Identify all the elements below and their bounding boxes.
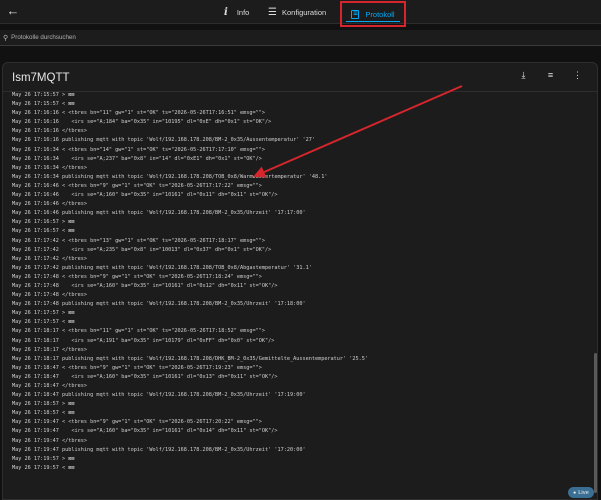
log-scrollbar[interactable] bbox=[594, 353, 597, 493]
log-line: May 26 17:16:57 > ⊠⊠ bbox=[12, 219, 75, 226]
tab-protokoll[interactable]: ≡ Protokoll bbox=[340, 1, 406, 27]
log-line: May 26 17:16:46 publishing mqtt with top… bbox=[12, 210, 306, 217]
top-navigation: ← i Info ☰ Konfiguration ≡ Protokoll bbox=[0, 0, 601, 27]
log-line: May 26 17:19:47 < <tbres bn="9" gw="1" s… bbox=[12, 419, 262, 426]
log-line: May 26 17:16:46 <irs se="A;160" ba="0x35… bbox=[12, 192, 278, 199]
log-line: May 26 17:16:46 < <tbres bn="9" gw="1" s… bbox=[12, 182, 262, 189]
log-line: May 26 17:17:48 < <tbres bn="9" gw="1" s… bbox=[12, 273, 262, 280]
live-label: Live bbox=[578, 489, 589, 496]
log-line: May 26 17:17:48 publishing mqtt with top… bbox=[12, 301, 306, 308]
tab-protokoll-label: Protokoll bbox=[365, 9, 395, 19]
log-line: May 26 17:15:57 > ⊠⊠ bbox=[12, 92, 75, 98]
log-line: May 26 17:16:34 <irs se="A;237" ba="0x8"… bbox=[12, 155, 262, 162]
info-icon: i bbox=[224, 6, 228, 18]
tab-konfiguration[interactable]: ☰ Konfiguration bbox=[268, 3, 326, 21]
log-icon: ≡ bbox=[351, 9, 360, 19]
live-badge[interactable]: ● Live bbox=[568, 487, 594, 498]
log-line: May 26 17:18:57 > ⊠⊠ bbox=[12, 401, 75, 408]
log-line: May 26 17:17:42 publishing mqtt with top… bbox=[12, 264, 312, 271]
log-line: May 26 17:18:17 <irs se="A;191" ba="0x35… bbox=[12, 337, 275, 344]
download-icon[interactable]: ⤓ bbox=[518, 69, 529, 82]
log-line: May 26 17:19:57 > ⊠⊠ bbox=[12, 455, 75, 462]
log-line: May 26 17:18:47 <irs se="A;160" ba="0x35… bbox=[12, 373, 278, 380]
live-dot-icon: ● bbox=[573, 489, 577, 496]
filter-icon[interactable]: ≡ bbox=[545, 69, 556, 82]
log-line: May 26 17:16:16 < <tbres bn="11" gw="1" … bbox=[12, 110, 265, 117]
log-line: May 26 17:18:47 < <tbres bn="9" gw="1" s… bbox=[12, 364, 262, 371]
log-line: May 26 17:17:48 </tbres> bbox=[12, 292, 87, 299]
log-line: May 26 17:16:57 < ⊠⊠ bbox=[12, 228, 75, 235]
tab-info[interactable]: i Info bbox=[224, 3, 249, 21]
log-line: May 26 17:17:57 > ⊠⊠ bbox=[12, 310, 75, 317]
search-bar: ⚲ bbox=[0, 30, 601, 46]
log-line: May 26 17:17:42 < <tbres bn="13" gw="1" … bbox=[12, 237, 265, 244]
log-line: May 26 17:18:47 publishing mqtt with top… bbox=[12, 392, 306, 399]
tune-icon: ☰ bbox=[268, 6, 277, 18]
search-input[interactable] bbox=[11, 34, 312, 41]
card-actions: ⤓ ≡ ⋮ bbox=[518, 69, 583, 82]
log-line: May 26 17:16:34 </tbres> bbox=[12, 164, 87, 171]
search-icon: ⚲ bbox=[3, 34, 9, 42]
active-tab-indicator bbox=[346, 21, 400, 22]
log-line: May 26 17:18:17 </tbres> bbox=[12, 346, 87, 353]
log-line: May 26 17:17:42 </tbres> bbox=[12, 255, 87, 262]
log-line: May 26 17:16:34 publishing mqtt with top… bbox=[12, 173, 328, 180]
log-line: May 26 17:18:47 </tbres> bbox=[12, 383, 87, 389]
tab-konfiguration-label: Konfiguration bbox=[281, 7, 327, 17]
log-line: May 26 17:18:17 < <tbres bn="11" gw="1" … bbox=[12, 328, 265, 335]
log-line: May 26 17:16:34 < <tbres bn="14" gw="1" … bbox=[12, 146, 265, 153]
tab-info-label: Info bbox=[236, 7, 250, 17]
log-line: May 26 17:15:57 < ⊠⊠ bbox=[12, 101, 75, 108]
log-output: May 26 17:15:57 > ⊠⊠ May 26 17:15:57 < ⊠⊠… bbox=[12, 91, 584, 473]
log-line: May 26 17:18:17 publishing mqtt with top… bbox=[12, 355, 369, 362]
card-title: Ism7MQTT bbox=[12, 72, 70, 84]
log-line: May 26 17:16:16 </tbres> bbox=[12, 128, 87, 135]
arrow-left-icon[interactable]: ← bbox=[6, 4, 20, 18]
more-vert-icon[interactable]: ⋮ bbox=[572, 69, 583, 82]
log-line: May 26 17:17:57 < ⊠⊠ bbox=[12, 319, 75, 326]
log-line: May 26 17:19:47 publishing mqtt with top… bbox=[12, 446, 306, 453]
log-line: May 26 17:16:16 publishing mqtt with top… bbox=[12, 137, 315, 144]
log-line: May 26 17:17:42 <irs se="A;235" ba="0x8"… bbox=[12, 246, 272, 253]
log-line: May 26 17:16:16 <irs se="A;184" ba="0x35… bbox=[12, 119, 272, 126]
log-line: May 26 17:16:46 </tbres> bbox=[12, 201, 87, 208]
log-line: May 26 17:19:57 < ⊠⊠ bbox=[12, 464, 75, 471]
log-line: May 26 17:18:57 < ⊠⊠ bbox=[12, 410, 75, 417]
log-line: May 26 17:17:48 <irs se="A;160" ba="0x35… bbox=[12, 282, 278, 289]
log-line: May 26 17:19:47 <irs se="A;160" ba="0x35… bbox=[12, 428, 278, 435]
log-line: May 26 17:19:47 </tbres> bbox=[12, 437, 87, 444]
log-card: Ism7MQTT ⤓ ≡ ⋮ May 26 17:15:57 > ⊠⊠ May 2… bbox=[2, 62, 598, 500]
